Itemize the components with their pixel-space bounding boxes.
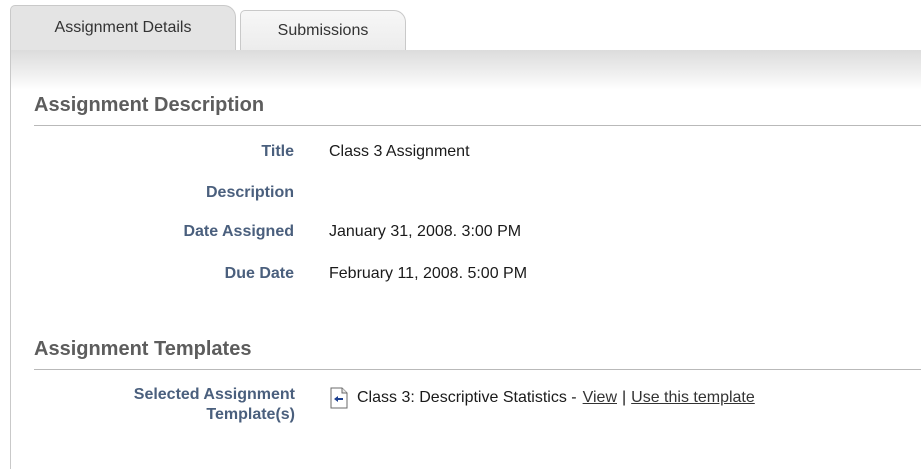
field-value-due-date: February 11, 2008. 5:00 PM	[329, 265, 528, 282]
selected-template-label: Selected Assignment Template(s)	[11, 385, 295, 425]
field-row-title: Title Class 3 Assignment	[11, 143, 921, 169]
tab-submissions[interactable]: Submissions	[240, 10, 406, 50]
assignment-description-heading: Assignment Description	[34, 94, 265, 116]
selected-template-label-line1: Selected Assignment	[133, 386, 295, 403]
selected-template-label-line2: Template(s)	[206, 406, 295, 423]
field-value-date-assigned: January 31, 2008. 3:00 PM	[329, 223, 522, 240]
use-template-link[interactable]: Use this template	[631, 389, 755, 407]
field-row-description: Description	[11, 184, 921, 210]
assignment-details-panel: Assignment Description Title Class 3 Ass…	[10, 50, 921, 469]
field-label-date-assigned: Date Assigned	[183, 223, 294, 240]
tab-assignment-details[interactable]: Assignment Details	[10, 5, 236, 50]
section-divider	[34, 125, 921, 126]
template-name: Class 3: Descriptive Statistics -	[357, 389, 577, 406]
section-divider	[34, 369, 921, 370]
document-icon	[329, 387, 349, 409]
field-row-date-assigned: Date Assigned January 31, 2008. 3:00 PM	[11, 223, 921, 249]
panel-header-band	[11, 50, 921, 90]
field-value-title: Class 3 Assignment	[329, 143, 470, 160]
tab-bar: Assignment Details Submissions	[10, 5, 406, 50]
field-row-due-date: Due Date February 11, 2008. 5:00 PM	[11, 265, 921, 291]
view-template-link[interactable]: View	[583, 389, 617, 407]
field-label-due-date: Due Date	[224, 265, 294, 282]
field-label-title: Title	[261, 143, 294, 160]
assignment-templates-heading: Assignment Templates	[34, 338, 252, 360]
link-separator: |	[622, 389, 627, 406]
selected-template-entry: Class 3: Descriptive Statistics - View |…	[329, 387, 755, 409]
field-label-description: Description	[205, 184, 294, 201]
